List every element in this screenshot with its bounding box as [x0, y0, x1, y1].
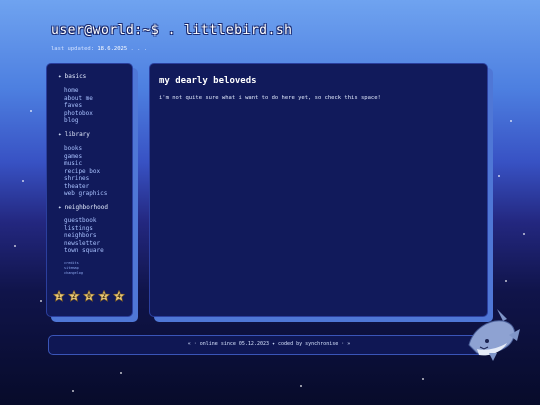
sidebar-mini-changelog[interactable]: changelog — [64, 271, 83, 276]
counter-digit: 1 — [57, 292, 61, 300]
shark-mascot-icon — [468, 309, 520, 361]
section-heading: basics — [64, 73, 87, 80]
sidebar-mini-credits[interactable]: credits — [64, 261, 79, 266]
counter-badge: 4 — [113, 290, 125, 302]
sidebar-section-library: ✦ library — [58, 131, 90, 138]
diamond-bullet-icon: ✦ — [58, 204, 62, 211]
counter-badge: 0 — [83, 290, 95, 302]
sidebar-item-newsletter[interactable]: newsletter — [64, 240, 100, 248]
sidebar-item-neighbors[interactable]: neighbors — [64, 232, 97, 240]
sidebar-item-music[interactable]: music — [64, 160, 82, 168]
sidebar-mini-sitemap[interactable]: sitemap — [64, 266, 79, 271]
sidebar-section-neighborhood: ✦ neighborhood — [58, 204, 108, 211]
page-body: i'm not quite sure what i want to do her… — [159, 95, 381, 101]
counter-badge: 2 — [98, 290, 110, 302]
sidebar-item-books[interactable]: books — [64, 145, 82, 153]
sidebar: ✦ basics home about me faves photobox blo… — [46, 63, 133, 317]
sidebar-item-theater[interactable]: theater — [64, 183, 89, 191]
sidebar-section-basics: ✦ basics — [58, 73, 86, 80]
counter-digit: 2 — [102, 292, 106, 300]
sidebar-item-photobox[interactable]: photobox — [64, 110, 93, 118]
sidebar-item-about-me[interactable]: about me — [64, 95, 93, 103]
footer-text: « · online since 05.12.2023 ✦ coded by s… — [187, 341, 351, 347]
counter-digit: 2 — [72, 292, 76, 300]
sidebar-item-blog[interactable]: blog — [64, 117, 78, 125]
sidebar-item-web-graphics[interactable]: web graphics — [64, 190, 107, 198]
page-title: my dearly beloveds — [159, 76, 257, 86]
last-updated: last updated: 18.6.2025 . . . — [51, 46, 147, 52]
last-updated-date: 18.6.2025 — [97, 46, 128, 52]
site-title: user@world:~$ . littlebird.sh — [51, 23, 293, 38]
footer: « · online since 05.12.2023 ✦ coded by s… — [48, 335, 490, 355]
section-heading: library — [64, 131, 90, 138]
sidebar-item-listings[interactable]: listings — [64, 225, 93, 233]
sidebar-item-home[interactable]: home — [64, 87, 78, 95]
sidebar-item-shrines[interactable]: shrines — [64, 175, 89, 183]
sidebar-item-guestbook[interactable]: guestbook — [64, 217, 97, 225]
sidebar-item-town-square[interactable]: town square — [64, 247, 104, 255]
counter-badge: 1 — [53, 290, 65, 302]
counter-digit: 4 — [117, 292, 121, 300]
last-updated-suffix: . . . — [130, 46, 148, 52]
diamond-bullet-icon: ✦ — [58, 73, 62, 80]
last-updated-label: last updated: — [51, 46, 95, 52]
section-heading: neighborhood — [64, 204, 108, 211]
sidebar-item-games[interactable]: games — [64, 153, 82, 161]
diamond-bullet-icon: ✦ — [58, 131, 62, 138]
main-content: my dearly beloveds i'm not quite sure wh… — [149, 63, 488, 317]
sidebar-item-recipe-box[interactable]: recipe box — [64, 168, 100, 176]
counter-badge: 2 — [68, 290, 80, 302]
sidebar-item-faves[interactable]: faves — [64, 102, 82, 110]
counter-digit: 0 — [87, 292, 91, 300]
